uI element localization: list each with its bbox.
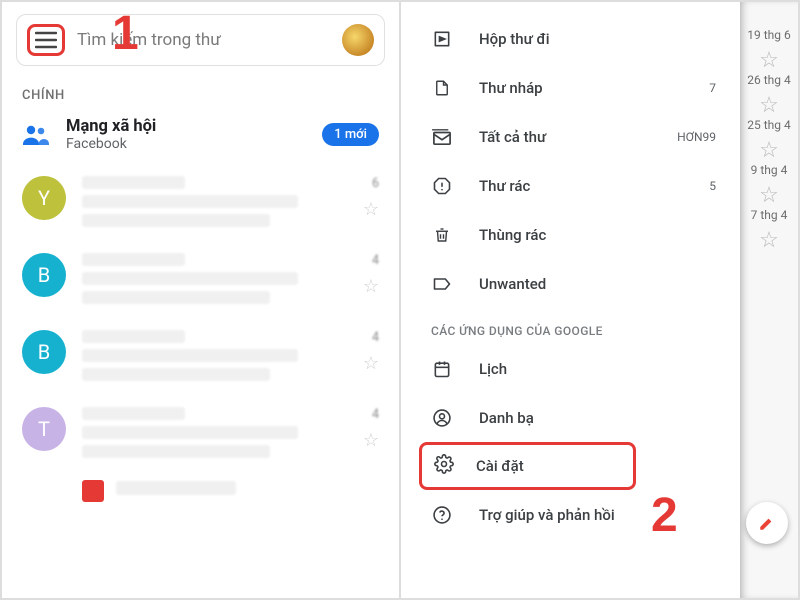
bg-mail-item: 7 thg 4 ☆ bbox=[747, 208, 790, 253]
label-chip-icon bbox=[82, 480, 104, 502]
drawer-label: Tất cả thư bbox=[479, 128, 651, 146]
search-bar[interactable]: Tìm kiếm trong thư bbox=[16, 14, 385, 66]
star-outline-icon[interactable]: ☆ bbox=[759, 183, 779, 208]
bg-mail-item: 26 thg 4 ☆ bbox=[747, 73, 790, 118]
star-outline-icon[interactable]: ☆ bbox=[759, 93, 779, 118]
star-icon[interactable]: ☆ bbox=[333, 199, 379, 220]
star-icon[interactable]: ☆ bbox=[333, 276, 379, 297]
drawer-label: Thư nháp bbox=[479, 79, 683, 97]
mail-row[interactable]: B 4 ☆ bbox=[2, 243, 399, 320]
calendar-icon bbox=[431, 359, 453, 379]
blurred-text bbox=[116, 481, 236, 495]
label-icon bbox=[431, 275, 453, 293]
allmail-icon bbox=[431, 128, 453, 146]
drawer-item-thư-nháp[interactable]: Thư nháp 7 bbox=[401, 63, 740, 112]
social-title: Mạng xã hội bbox=[66, 117, 306, 136]
spam-icon bbox=[431, 176, 453, 196]
settings-label: Cài đặt bbox=[476, 457, 524, 475]
background-mail-strip: 19 thg 6☆26 thg 4☆25 thg 4☆9 thg 4☆7 thg… bbox=[740, 2, 798, 598]
sender-avatar: B bbox=[22, 330, 66, 374]
star-outline-icon[interactable]: ☆ bbox=[759, 228, 779, 253]
drawer-item-thùng-rác[interactable]: Thùng rác bbox=[401, 210, 740, 259]
drawer-item-settings[interactable]: Cài đặt bbox=[419, 442, 636, 490]
hamburger-icon bbox=[35, 31, 57, 49]
help-icon bbox=[431, 505, 453, 525]
bg-mail-date: 9 thg 4 bbox=[751, 163, 788, 177]
drawer-item-danh-bạ[interactable]: Danh bạ bbox=[401, 393, 740, 442]
bg-mail-date: 26 thg 4 bbox=[747, 73, 790, 87]
mail-row[interactable]: Y 6 ☆ bbox=[2, 166, 399, 243]
drawer-count: 5 bbox=[709, 179, 716, 193]
bg-mail-item: 9 thg 4 ☆ bbox=[747, 163, 790, 208]
contacts-icon bbox=[431, 408, 453, 428]
menu-button[interactable] bbox=[27, 24, 65, 56]
mail-meta: 4 bbox=[333, 253, 379, 268]
drawer-section-title: CÁC ỨNG DỤNG CỦA GOOGLE bbox=[401, 308, 740, 344]
drawer-item-tất-cả-thư[interactable]: Tất cả thư HƠN99 bbox=[401, 112, 740, 161]
drawer-item-unwanted[interactable]: Unwanted bbox=[401, 259, 740, 308]
bg-mail-date: 19 thg 6 bbox=[747, 28, 790, 42]
people-icon bbox=[22, 124, 50, 146]
nav-drawer: Hộp thư đi Thư nháp 7 Tất cả thư HƠN99 T… bbox=[401, 2, 740, 598]
outbox-icon bbox=[431, 29, 453, 49]
mail-meta: 4 bbox=[333, 330, 379, 345]
drawer-item-lịch[interactable]: Lịch bbox=[401, 344, 740, 393]
drawer-item-hộp-thư-đi[interactable]: Hộp thư đi bbox=[401, 14, 740, 63]
drawer-item-thư-rác[interactable]: Thư rác 5 bbox=[401, 161, 740, 210]
star-outline-icon[interactable]: ☆ bbox=[759, 138, 779, 163]
bg-mail-date: 7 thg 4 bbox=[751, 208, 788, 222]
drawer-label: Unwanted bbox=[479, 275, 690, 293]
sender-avatar: T bbox=[22, 407, 66, 451]
compose-fab[interactable] bbox=[746, 502, 788, 544]
draft-icon bbox=[431, 78, 453, 98]
drawer-count: HƠN99 bbox=[677, 130, 716, 144]
gear-icon bbox=[434, 454, 454, 478]
drawer-label: Lịch bbox=[479, 360, 716, 378]
bg-mail-date: 25 thg 4 bbox=[747, 118, 790, 132]
drawer-label: Hộp thư đi bbox=[479, 30, 690, 48]
help-label: Trợ giúp và phản hồi bbox=[479, 506, 716, 524]
sender-avatar: B bbox=[22, 253, 66, 297]
profile-avatar[interactable] bbox=[342, 24, 374, 56]
star-icon[interactable]: ☆ bbox=[333, 353, 379, 374]
search-placeholder: Tìm kiếm trong thư bbox=[77, 30, 330, 50]
drawer-pane: Hộp thư đi Thư nháp 7 Tất cả thư HƠN99 T… bbox=[401, 2, 798, 598]
mail-row[interactable]: T 4 ☆ bbox=[2, 397, 399, 474]
section-primary-label: CHÍNH bbox=[2, 74, 399, 111]
inbox-pane: 1 Tìm kiếm trong thư CHÍNH Mạng xã hội F… bbox=[2, 2, 401, 598]
bg-mail-item: 25 thg 4 ☆ bbox=[747, 118, 790, 163]
mail-meta: 4 bbox=[333, 407, 379, 422]
sender-avatar: Y bbox=[22, 176, 66, 220]
drawer-label: Thùng rác bbox=[479, 226, 690, 244]
drawer-count: 7 bbox=[709, 81, 716, 95]
trash-icon bbox=[431, 225, 453, 245]
social-subtitle: Facebook bbox=[66, 136, 306, 152]
drawer-item-help[interactable]: Trợ giúp và phản hồi bbox=[401, 490, 740, 539]
bg-mail-item: 19 thg 6 ☆ bbox=[747, 28, 790, 73]
star-icon[interactable]: ☆ bbox=[333, 430, 379, 451]
social-category-row[interactable]: Mạng xã hội Facebook 1 mới bbox=[2, 111, 399, 166]
star-outline-icon[interactable]: ☆ bbox=[759, 48, 779, 73]
new-badge: 1 mới bbox=[322, 123, 379, 146]
mail-row[interactable]: B 4 ☆ bbox=[2, 320, 399, 397]
drawer-label: Thư rác bbox=[479, 177, 683, 195]
mail-meta: 6 bbox=[333, 176, 379, 191]
drawer-label: Danh bạ bbox=[479, 409, 716, 427]
